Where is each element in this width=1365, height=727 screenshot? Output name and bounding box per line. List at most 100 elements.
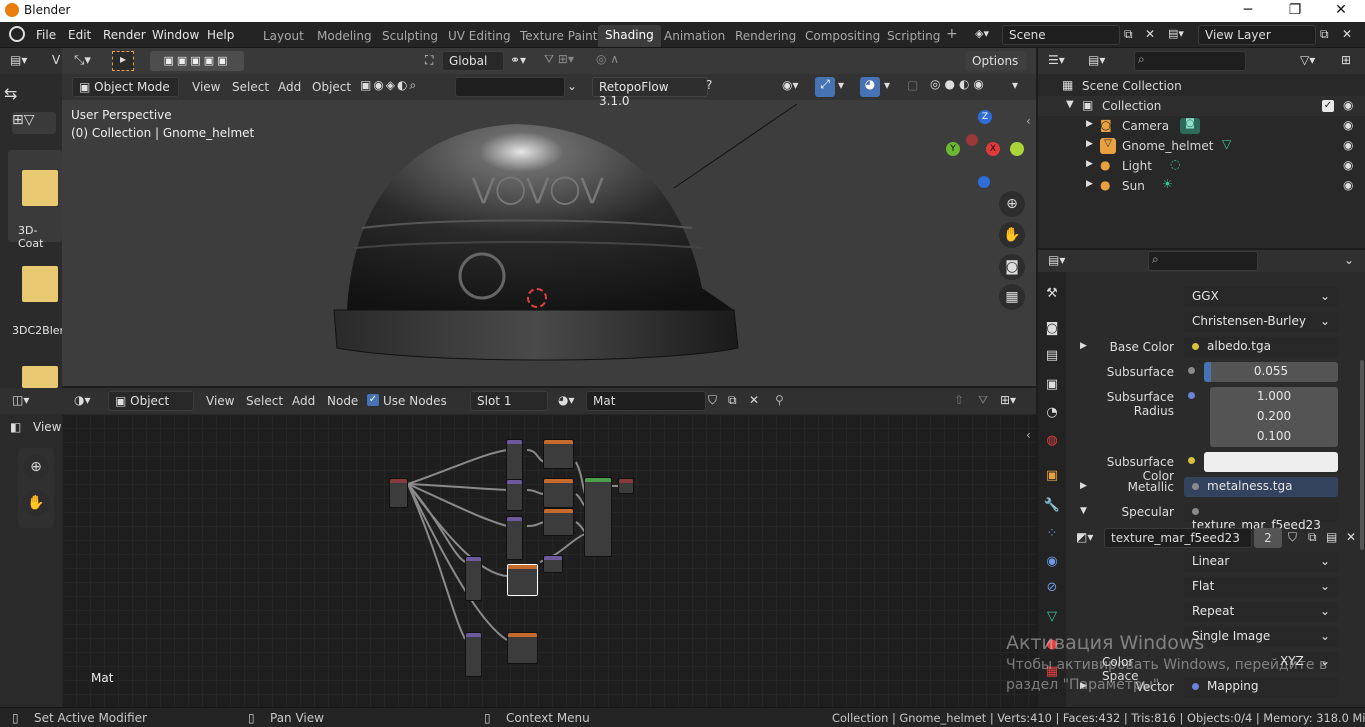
new-scene-icon[interactable]: ⧉ [1124,27,1133,42]
expand-arrow-icon[interactable]: ▶ [1086,179,1093,189]
node-normal-map[interactable] [543,555,563,573]
3d-cursor-icon[interactable] [527,288,547,308]
display-mode-icon[interactable]: ▤▾ [1088,53,1105,67]
open-image-icon[interactable]: ▤ [1326,530,1337,544]
eye-icon[interactable]: ◉ [1343,118,1353,132]
use-nodes-checkbox[interactable]: ✓ [367,394,379,406]
base-color-input[interactable]: albedo.tga [1184,337,1338,357]
gizmo-x-neg[interactable] [966,134,978,146]
collapse-arrow-icon[interactable]: ▼ [1080,506,1087,516]
tab-compositing[interactable]: Compositing [805,29,880,43]
tab-sculpting[interactable]: Sculpting [382,29,438,43]
node-material-output[interactable] [618,478,634,494]
editor-type-icon[interactable]: ◫▾ [12,393,29,407]
view-label[interactable]: View [33,420,61,434]
tab-shading[interactable]: Shading [598,25,661,47]
tab-animation[interactable]: Animation [664,29,725,43]
filter-icon[interactable]: ⊞▽ [12,112,56,134]
back-forward-icon[interactable]: ⇆ [4,84,38,106]
editor-type-icon[interactable]: ▤▾ [10,53,27,67]
node-image-texture-1[interactable] [543,439,574,469]
shader-type-icon[interactable]: ◑▾ [74,393,91,407]
light-data-icon[interactable]: ◌ [1170,157,1180,171]
expand-arrow-icon[interactable]: ▼ [1066,99,1074,110]
camera-data-icon[interactable]: ◙ [1180,118,1200,134]
node-image-texture-5[interactable] [507,632,538,664]
constraints-tab-icon[interactable]: ⊘ [1042,578,1062,598]
tab-layout[interactable]: Layout [263,29,304,43]
gizmo-x-axis[interactable]: X [986,142,1000,156]
object-tab-icon[interactable]: ▣ [1042,466,1062,486]
metallic-input[interactable]: metalness.tga [1184,477,1338,497]
outliner-row-light[interactable]: ▶ ● Light ◌ ◉ [1038,156,1365,176]
vector-input[interactable]: Mapping [1184,677,1338,697]
parent-node-icon[interactable]: ⇧ [954,393,964,407]
sun-data-icon[interactable]: ☀ [1162,177,1173,191]
new-collection-icon[interactable]: ⊞ [1341,53,1351,67]
folder-icon[interactable] [22,266,58,302]
minimize-icon[interactable]: ─ [1225,0,1271,22]
outliner-row-camera[interactable]: ▶ ◙ Camera ◙ ◉ [1038,116,1365,136]
editor-type-icon[interactable]: ▤▾ [1048,253,1065,267]
node-image-texture-selected[interactable] [507,564,538,596]
node-snap-dropdown-icon[interactable]: ⊞▾ [1000,393,1016,407]
new-view-layer-icon[interactable]: ⧉ [1320,27,1329,42]
node-mapping-5[interactable] [465,632,482,677]
expand-arrow-icon[interactable]: ▶ [1080,481,1087,491]
node-mapping-4[interactable] [465,556,482,601]
view-layer-tab-icon[interactable]: ▣ [1042,375,1062,395]
node-menu-node[interactable]: Node [327,394,358,408]
filter-icon[interactable]: ▽▾ [1300,53,1315,67]
expand-arrow-icon[interactable]: ▶ [1086,139,1093,149]
node-canvas[interactable]: Mat ‹ [62,414,1036,707]
tab-scripting[interactable]: Scripting [887,29,940,43]
zoom-icon[interactable]: ⊕ [999,191,1025,217]
tool-tab-icon[interactable]: ⚒ [1042,284,1062,304]
outliner-row-sun[interactable]: ▶ ● Sun ☀ ◉ [1038,176,1365,196]
node-mapping-3[interactable] [506,516,523,560]
node-menu-add[interactable]: Add [292,394,315,408]
gizmo-y-axis[interactable]: Y [946,142,960,156]
slot-dropdown[interactable]: Slot 1 [470,391,548,411]
view-icon[interactable]: ◧ [10,420,21,434]
world-tab-icon[interactable]: ◍ [1042,431,1062,451]
expand-arrow-icon[interactable]: ▶ [1080,341,1087,351]
subsurface-radius-y[interactable]: 0.200 [1210,407,1338,427]
mesh-data-icon[interactable]: ▽ [1222,137,1231,151]
distribution-dropdown[interactable]: GGX ⌄ [1184,287,1338,307]
delete-scene-icon[interactable]: ✕ [1145,27,1155,41]
eye-icon[interactable]: ◉ [1343,158,1353,172]
render-tab-icon[interactable]: ◙ [1042,319,1062,339]
eye-icon[interactable]: ◉ [1343,98,1353,112]
new-image-icon[interactable]: ⧉ [1308,530,1317,545]
menu-render[interactable]: Render [103,28,146,42]
source-dropdown[interactable]: Single Image ⌄ [1184,627,1338,647]
camera-view-icon[interactable]: ◙ [999,254,1025,280]
tab-modeling[interactable]: Modeling [317,29,372,43]
new-material-icon[interactable]: ⧉ [728,393,737,408]
tab-uv-editing[interactable]: UV Editing [448,29,511,43]
editor-type-icon[interactable]: ☰▾ [1048,53,1065,67]
exclude-checkbox[interactable]: ✓ [1322,100,1334,112]
view-layer-field[interactable]: View Layer [1198,25,1316,45]
pan-hand-icon[interactable]: ✋ [23,490,49,516]
outliner-search-input[interactable] [1134,51,1246,71]
unlink-material-icon[interactable]: ✕ [749,393,759,407]
sidebar-toggle-icon[interactable]: ‹ [1026,114,1031,128]
maximize-icon[interactable]: ❐ [1272,0,1318,22]
eye-icon[interactable]: ◉ [1343,178,1353,192]
subsurface-color-swatch[interactable] [1204,452,1338,472]
zoom-icon[interactable]: ⊕ [23,454,49,480]
add-workspace-icon[interactable]: + [946,26,958,42]
delete-view-layer-icon[interactable]: ✕ [1342,27,1352,41]
fake-user-icon[interactable]: ⛉ [708,393,717,408]
close-icon[interactable]: ✕ [1318,0,1364,22]
node-mapping-2[interactable] [506,479,523,511]
expand-arrow-icon[interactable]: ▶ [1086,119,1093,129]
physics-tab-icon[interactable]: ◉ [1042,552,1062,572]
view-layer-icon[interactable]: ▤▾ [1168,27,1196,40]
scene-icon[interactable]: ◈▾ [975,27,1001,44]
material-browse-icon[interactable]: ◕▾ [558,393,575,407]
subsurface-radius-x[interactable]: 1.000 [1210,387,1338,407]
snap-node-icon[interactable]: ⛛ [978,393,988,408]
